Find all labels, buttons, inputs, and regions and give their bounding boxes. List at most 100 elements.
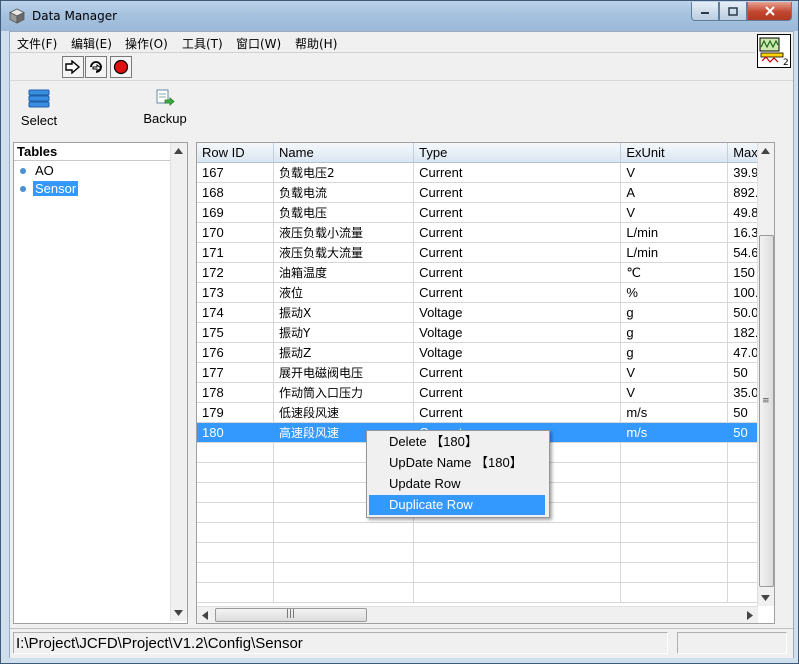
table-cell-type[interactable]: Voltage	[413, 302, 622, 323]
table-cell-name[interactable]: 低速段风速	[273, 402, 415, 423]
table-cell-type[interactable]: Current	[413, 262, 622, 283]
select-button[interactable]: Select	[20, 89, 58, 128]
column-header-row-id[interactable]: Row ID	[197, 143, 274, 163]
grid-vertical-scrollbar[interactable]: ≡	[757, 143, 774, 606]
table-cell-name[interactable]: 振动Z	[273, 342, 415, 363]
table-row[interactable]: 179 低速段风速 Current m/s 50	[197, 402, 774, 423]
table-cell-exunit[interactable]: g	[620, 322, 729, 343]
minimize-button[interactable]	[691, 2, 719, 21]
table-cell-exunit[interactable]: V	[620, 382, 729, 403]
column-header-exunit[interactable]: ExUnit	[620, 143, 729, 163]
table-cell-name[interactable]: 振动X	[273, 302, 415, 323]
context-menu-update-name[interactable]: UpDate Name 【180】	[369, 453, 545, 473]
menu-file[interactable]: 文件(F)	[17, 35, 57, 52]
context-menu-delete[interactable]: Delete 【180】	[369, 432, 545, 452]
backup-button[interactable]: Backup	[141, 89, 189, 126]
table-cell-type[interactable]: Voltage	[413, 322, 622, 343]
table-cell-exunit[interactable]: %	[620, 282, 729, 303]
scroll-down-arrow-icon[interactable]	[761, 595, 770, 601]
table-cell-row-id[interactable]: 180	[197, 422, 274, 443]
horizontal-scroll-thumb[interactable]: |||	[215, 608, 367, 622]
table-cell-name[interactable]: 振动Y	[273, 322, 415, 343]
table-cell-row-id[interactable]: 169	[197, 202, 274, 223]
tree-item-ao[interactable]: AO	[20, 163, 56, 179]
context-menu-duplicate-row[interactable]: Duplicate Row	[369, 495, 545, 515]
scroll-up-arrow-icon[interactable]	[761, 148, 770, 154]
table-cell-name[interactable]: 展开电磁阀电压	[273, 362, 415, 383]
grid-horizontal-scrollbar[interactable]: |||	[197, 606, 758, 623]
table-row[interactable]: 168 负载电流 Current A 892.0.	[197, 182, 774, 203]
run-arrow-button[interactable]	[62, 56, 84, 78]
table-row[interactable]: 177 展开电磁阀电压 Current V 50	[197, 362, 774, 383]
table-row[interactable]: 170 液压负载小流量 Current L/min 16.31!	[197, 222, 774, 243]
table-cell-exunit[interactable]: L/min	[620, 242, 729, 263]
table-row[interactable]: 175 振动Y Voltage g 182.00	[197, 322, 774, 343]
table-row[interactable]: 172 油箱温度 Current ℃ 150	[197, 262, 774, 283]
table-cell-row-id[interactable]: 167	[197, 162, 274, 183]
table-cell-type[interactable]: Voltage	[413, 342, 622, 363]
table-cell-name[interactable]: 负载电压	[273, 202, 415, 223]
data-grid[interactable]: Row ID Name Type ExUnit Max 167 负载电压2 Curr…	[196, 142, 775, 624]
table-cell-name[interactable]: 液压负载小流量	[273, 222, 415, 243]
table-row[interactable]: 176 振动Z Voltage g 47.000	[197, 342, 774, 363]
table-cell-type[interactable]: Current	[413, 402, 622, 423]
scroll-right-arrow-icon[interactable]	[747, 611, 753, 620]
table-cell-row-id[interactable]: 172	[197, 262, 274, 283]
tree-vertical-scrollbar[interactable]	[170, 143, 187, 621]
table-cell-exunit[interactable]: m/s	[620, 422, 729, 443]
table-cell-row-id[interactable]: 168	[197, 182, 274, 203]
table-cell-type[interactable]: Current	[413, 382, 622, 403]
table-cell-row-id[interactable]: 176	[197, 342, 274, 363]
tables-tree[interactable]: Tables AO Sensor	[13, 142, 188, 624]
table-cell-type[interactable]: Current	[413, 222, 622, 243]
run-continuously-button[interactable]	[85, 56, 107, 78]
table-cell-row-id[interactable]: 171	[197, 242, 274, 263]
abort-button[interactable]	[110, 56, 132, 78]
menu-edit[interactable]: 编辑(E)	[71, 35, 112, 52]
table-cell-exunit[interactable]: ℃	[620, 262, 729, 283]
menu-window[interactable]: 窗口(W)	[236, 35, 281, 52]
table-cell-type[interactable]: Current	[413, 182, 622, 203]
tree-item-sensor[interactable]: Sensor	[20, 181, 79, 197]
table-cell-type[interactable]: Current	[413, 362, 622, 383]
scroll-down-arrow-icon[interactable]	[174, 610, 183, 616]
column-header-type[interactable]: Type	[413, 143, 622, 163]
close-button[interactable]	[747, 2, 792, 21]
table-cell-exunit[interactable]: V	[620, 162, 729, 183]
menu-tools[interactable]: 工具(T)	[182, 35, 223, 52]
title-bar[interactable]: Data Manager	[1, 1, 798, 31]
table-cell-name[interactable]: 油箱温度	[273, 262, 415, 283]
table-cell-name[interactable]: 液位	[273, 282, 415, 303]
table-cell-row-id[interactable]: 177	[197, 362, 274, 383]
table-cell-exunit[interactable]: g	[620, 342, 729, 363]
table-cell-row-id[interactable]: 175	[197, 322, 274, 343]
maximize-button[interactable]	[719, 2, 747, 21]
scroll-up-arrow-icon[interactable]	[174, 148, 183, 154]
menu-help[interactable]: 帮助(H)	[295, 35, 337, 52]
column-header-name[interactable]: Name	[273, 143, 415, 163]
table-cell-row-id[interactable]: 170	[197, 222, 274, 243]
table-cell-name[interactable]: 负载电流	[273, 182, 415, 203]
table-cell-type[interactable]: Current	[413, 242, 622, 263]
table-cell-name[interactable]: 液压负载大流量	[273, 242, 415, 263]
table-row[interactable]: 167 负载电压2 Current V 39.94(	[197, 162, 774, 183]
context-menu-update-row[interactable]: Update Row	[369, 474, 545, 494]
table-row[interactable]: 169 负载电压 Current V 49.84(	[197, 202, 774, 223]
table-row[interactable]: 171 液压负载大流量 Current L/min 54.67.	[197, 242, 774, 263]
table-cell-row-id[interactable]: 178	[197, 382, 274, 403]
table-row[interactable]: 178 作动筒入口压力 Current V 35.000	[197, 382, 774, 403]
scroll-left-arrow-icon[interactable]	[202, 611, 208, 620]
table-cell-name[interactable]: 作动筒入口压力	[273, 382, 415, 403]
table-cell-exunit[interactable]: V	[620, 362, 729, 383]
table-cell-exunit[interactable]: L/min	[620, 222, 729, 243]
table-cell-name[interactable]: 负载电压2	[273, 162, 415, 183]
table-cell-exunit[interactable]: m/s	[620, 402, 729, 423]
table-cell-type[interactable]: Current	[413, 282, 622, 303]
table-cell-row-id[interactable]: 179	[197, 402, 274, 423]
table-cell-row-id[interactable]: 174	[197, 302, 274, 323]
table-row[interactable]: 174 振动X Voltage g 50.000	[197, 302, 774, 323]
table-cell-exunit[interactable]: g	[620, 302, 729, 323]
table-cell-type[interactable]: Current	[413, 162, 622, 183]
table-row[interactable]: 173 液位 Current% 100.00	[197, 282, 774, 303]
table-cell-exunit[interactable]: A	[620, 182, 729, 203]
